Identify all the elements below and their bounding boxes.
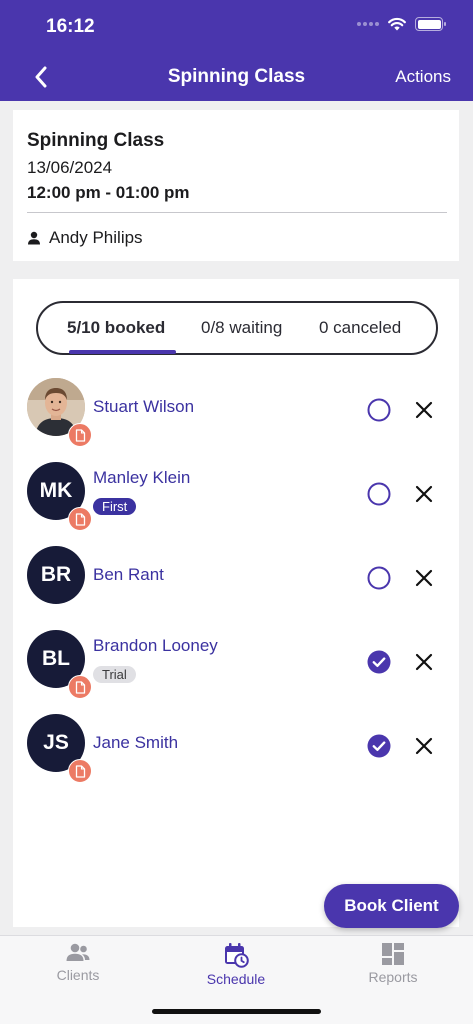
tab-clients[interactable]: Clients — [23, 942, 133, 983]
client-row[interactable]: BL Brandon Looney Trial — [13, 626, 459, 710]
book-client-button[interactable]: Book Client — [324, 884, 459, 928]
client-name[interactable]: Brandon Looney — [93, 636, 218, 656]
close-icon[interactable] — [414, 652, 434, 672]
tab-booked[interactable]: 5/10 booked — [67, 318, 165, 338]
close-icon[interactable] — [414, 736, 434, 756]
client-name[interactable]: Manley Klein — [93, 468, 190, 488]
tab-canceled[interactable]: 0 canceled — [319, 318, 401, 338]
status-icons — [357, 17, 446, 31]
cellular-signal-icon — [357, 22, 379, 26]
booking-status-segment: 5/10 booked 0/8 waiting 0 canceled — [36, 301, 438, 355]
check-in-circle-icon[interactable] — [367, 566, 391, 590]
close-icon[interactable] — [414, 484, 434, 504]
actions-button[interactable]: Actions — [395, 67, 451, 87]
checked-in-icon[interactable] — [367, 734, 391, 758]
client-name[interactable]: Ben Rant — [93, 565, 164, 585]
client-name[interactable]: Jane Smith — [93, 733, 178, 753]
person-icon — [28, 231, 40, 245]
attendee-list-card: 5/10 booked 0/8 waiting 0 canceled Stuar… — [13, 279, 459, 927]
status-bar: 16:12 — [0, 0, 473, 52]
tab-schedule[interactable]: Schedule — [181, 942, 291, 987]
instructor-name: Andy Philips — [49, 228, 143, 247]
class-details-card: Spinning Class 13/06/2024 12:00 pm - 01:… — [13, 110, 459, 261]
class-name: Spinning Class — [27, 130, 165, 151]
check-in-circle-icon[interactable] — [367, 398, 391, 422]
tab-waiting[interactable]: 0/8 waiting — [201, 318, 282, 338]
trial-badge: Trial — [93, 666, 136, 683]
class-time: 12:00 pm - 01:00 pm — [27, 183, 190, 202]
client-row[interactable]: MK Manley Klein First — [13, 458, 459, 542]
calendar-clock-icon — [225, 943, 249, 968]
tab-label: Clients — [56, 967, 100, 983]
status-time: 16:12 — [46, 16, 95, 37]
avatar: BR — [27, 546, 85, 604]
first-visit-badge: First — [93, 498, 137, 515]
divider — [27, 212, 447, 213]
close-icon[interactable] — [414, 400, 434, 420]
client-row[interactable]: BR Ben Rant — [13, 542, 459, 626]
instructor: Andy Philips — [27, 228, 143, 248]
client-name[interactable]: Stuart Wilson — [93, 397, 194, 417]
battery-icon — [415, 17, 446, 31]
document-icon[interactable] — [68, 759, 92, 783]
people-icon — [66, 943, 90, 961]
tab-reports[interactable]: Reports — [338, 942, 448, 985]
dashboard-grid-icon — [382, 943, 404, 965]
close-icon[interactable] — [414, 568, 434, 588]
tab-label: Reports — [368, 969, 418, 985]
document-icon[interactable] — [68, 675, 92, 699]
document-icon[interactable] — [68, 507, 92, 531]
tab-label: Schedule — [206, 971, 266, 987]
nav-bar: Spinning Class Actions — [0, 52, 473, 101]
home-indicator — [152, 1009, 321, 1014]
class-date: 13/06/2024 — [27, 158, 113, 177]
checked-in-icon[interactable] — [367, 650, 391, 674]
document-icon[interactable] — [68, 423, 92, 447]
check-in-circle-icon[interactable] — [367, 482, 391, 506]
client-row[interactable]: Stuart Wilson — [13, 374, 459, 458]
client-row[interactable]: JS Jane Smith — [13, 710, 459, 794]
active-tab-indicator — [69, 350, 176, 354]
wifi-icon — [388, 17, 406, 31]
